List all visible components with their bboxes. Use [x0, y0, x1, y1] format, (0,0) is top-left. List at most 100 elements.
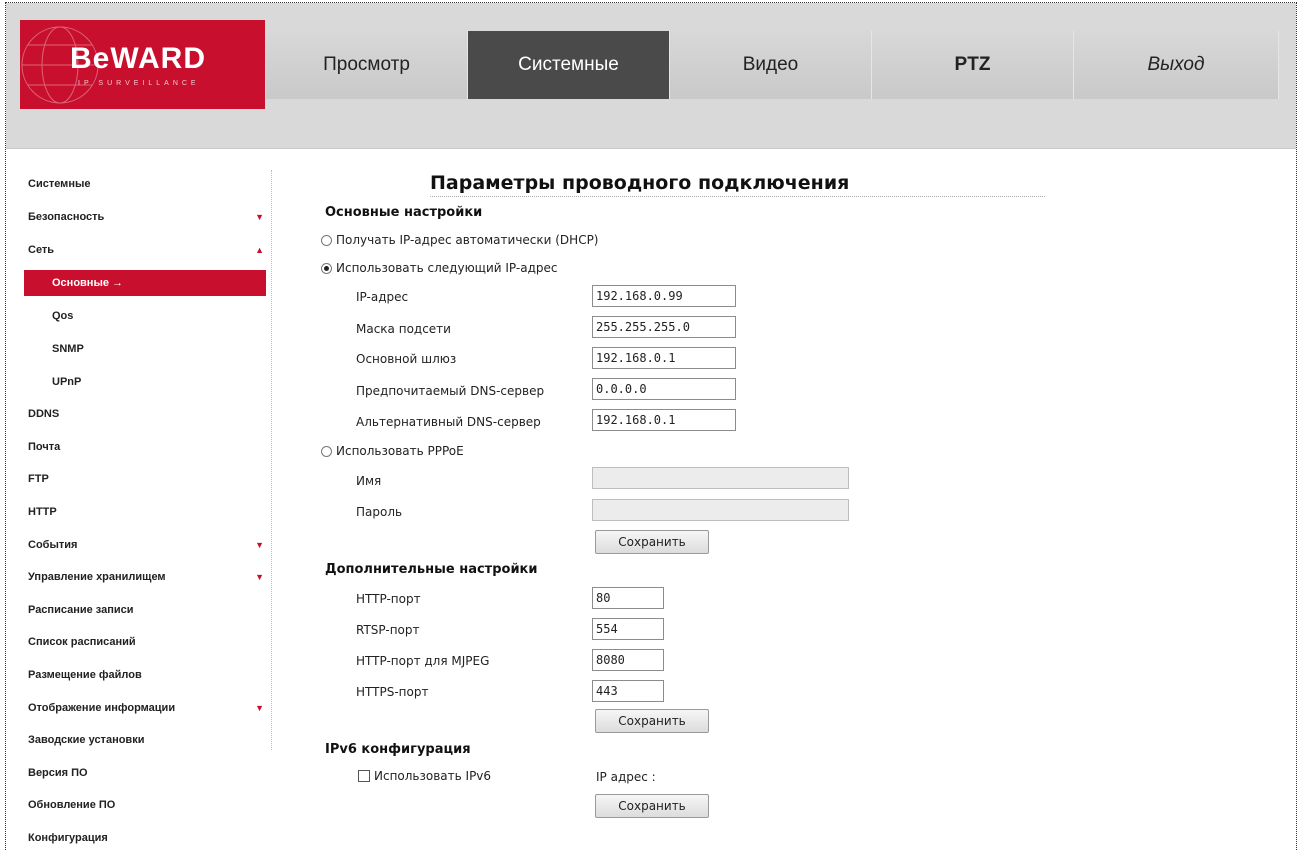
- https-port-field[interactable]: 443: [592, 680, 664, 702]
- expand-arrow-icon: ▼: [255, 540, 264, 550]
- sidebar-item-label: Безопасность: [28, 211, 105, 223]
- https-port-label: HTTPS-порт: [356, 685, 429, 699]
- gateway-field[interactable]: 192.168.0.1: [592, 347, 736, 369]
- ip-address-field[interactable]: 192.168.0.99: [592, 285, 736, 307]
- sidebar-item-label: UPnP: [52, 376, 82, 388]
- mjpeg-port-label: HTTP-порт для MJPEG: [356, 654, 490, 668]
- sidebar-item-label: Расписание записи: [28, 604, 134, 616]
- brand-tagline: IP SURVEILLANCE: [78, 80, 200, 87]
- ipv6-checkbox-option[interactable]: Использовать IPv6: [358, 769, 491, 783]
- sidebar-item-label: Системные: [28, 178, 91, 190]
- sidebar-item-label: Основные →: [52, 277, 124, 289]
- sidebar-item-network[interactable]: Сеть ▲: [24, 239, 270, 261]
- sidebar-item-label: Размещение файлов: [28, 669, 142, 681]
- sidebar-item-label: DDNS: [28, 408, 60, 420]
- basic-save-button[interactable]: Сохранить: [595, 530, 709, 554]
- sidebar-item-firmware-update[interactable]: Обновление ПО: [24, 794, 270, 816]
- brand-logo: BeWARD IP SURVEILLANCE: [20, 20, 265, 109]
- sidebar-item-label: Заводские установки: [28, 734, 145, 746]
- ipv6-address-label: IP адрес :: [596, 770, 656, 784]
- sidebar-item-qos[interactable]: Qos: [24, 305, 270, 327]
- pppoe-name-field[interactable]: [592, 467, 849, 489]
- sidebar-item-label: FTP: [28, 473, 49, 485]
- sidebar-item-firmware-version[interactable]: Версия ПО: [24, 762, 270, 784]
- sidebar-item-events[interactable]: События ▼: [24, 534, 270, 556]
- radio-button[interactable]: [321, 234, 332, 246]
- sidebar-item-record-schedule[interactable]: Расписание записи: [24, 599, 270, 621]
- sidebar-item-label: Почта: [28, 441, 61, 453]
- ip-address-label: IP-адрес: [356, 290, 409, 304]
- sidebar-item-label: Конфигурация: [28, 832, 108, 844]
- pppoe-password-field[interactable]: [592, 499, 849, 521]
- sidebar-item-file-placement[interactable]: Размещение файлов: [24, 664, 270, 686]
- collapse-arrow-icon: ▲: [255, 245, 264, 255]
- sidebar-item-upnp[interactable]: UPnP: [24, 371, 270, 393]
- sidebar-item-factory-defaults[interactable]: Заводские установки: [24, 729, 270, 751]
- pppoe-password-label: Пароль: [356, 505, 403, 519]
- sidebar-item-ftp[interactable]: FTP: [24, 468, 270, 490]
- preferred-dns-field[interactable]: 0.0.0.0: [592, 378, 736, 400]
- sidebar-item-mail[interactable]: Почта: [24, 436, 270, 458]
- radio-button-selected[interactable]: [321, 262, 332, 274]
- title-divider: [430, 196, 1045, 197]
- alternate-dns-field[interactable]: 192.168.0.1: [592, 409, 736, 431]
- nav-system[interactable]: Системные: [468, 31, 670, 99]
- preferred-dns-label: Предпочитаемый DNS-сервер: [356, 384, 545, 398]
- rtsp-port-label: RTSP-порт: [356, 623, 420, 637]
- ipv6-save-button[interactable]: Сохранить: [595, 794, 709, 818]
- expand-arrow-icon: ▼: [255, 572, 264, 582]
- gateway-label: Основной шлюз: [356, 352, 457, 366]
- advanced-settings-heading: Дополнительные настройки: [325, 562, 538, 577]
- pppoe-name-label: Имя: [356, 474, 382, 488]
- checkbox[interactable]: [358, 770, 370, 782]
- nav-view[interactable]: Просмотр: [266, 31, 468, 99]
- dhcp-radio-option[interactable]: Получать IP-адрес автоматически (DHCP): [321, 233, 599, 247]
- nav-video[interactable]: Видео: [670, 31, 872, 99]
- sidebar-item-storage[interactable]: Управление хранилищем ▼: [24, 566, 270, 588]
- brand-name: BeWARD: [70, 42, 207, 75]
- header-divider: [6, 148, 1296, 149]
- static-ip-radio-label: Использовать следующий IP-адрес: [336, 261, 558, 275]
- static-ip-radio-option[interactable]: Использовать следующий IP-адрес: [321, 261, 557, 275]
- ipv6-checkbox-label: Использовать IPv6: [374, 769, 492, 783]
- sidebar-item-label: Список расписаний: [28, 636, 136, 648]
- sidebar-item-ddns[interactable]: DDNS: [24, 403, 270, 425]
- sidebar-item-schedule-list[interactable]: Список расписаний: [24, 631, 270, 653]
- nav-ptz[interactable]: PTZ: [872, 31, 1074, 99]
- sidebar-item-snmp[interactable]: SNMP: [24, 338, 270, 360]
- rtsp-port-field[interactable]: 554: [592, 618, 664, 640]
- nav-logout[interactable]: Выход: [1074, 31, 1279, 99]
- sidebar-item-label: Отображение информации: [28, 702, 176, 714]
- sidebar-item-network-basic[interactable]: Основные →: [24, 270, 266, 296]
- subnet-mask-field[interactable]: 255.255.255.0: [592, 316, 736, 338]
- sidebar-item-label: SNMP: [52, 343, 84, 355]
- sidebar-item-http[interactable]: HTTP: [24, 501, 270, 523]
- http-port-label: HTTP-порт: [356, 592, 421, 606]
- sidebar-item-configuration[interactable]: Конфигурация: [24, 827, 270, 849]
- sidebar-item-label: Управление хранилищем: [28, 571, 166, 583]
- sidebar-item-label: HTTP: [28, 506, 57, 518]
- advanced-save-button[interactable]: Сохранить: [595, 709, 709, 733]
- top-nav: Просмотр Системные Видео PTZ Выход: [266, 31, 1279, 99]
- sidebar-divider: [271, 170, 272, 750]
- dhcp-radio-label: Получать IP-адрес автоматически (DHCP): [336, 233, 599, 247]
- sidebar-item-label: События: [28, 539, 78, 551]
- expand-arrow-icon: ▼: [255, 212, 264, 222]
- radio-button[interactable]: [321, 445, 332, 457]
- sidebar-item-label: Версия ПО: [28, 767, 88, 779]
- sidebar-item-label: Обновление ПО: [28, 799, 116, 811]
- expand-arrow-icon: ▼: [255, 703, 264, 713]
- page-title: Параметры проводного подключения: [430, 172, 850, 194]
- alternate-dns-label: Альтернативный DNS-сервер: [356, 415, 541, 429]
- http-port-field[interactable]: 80: [592, 587, 664, 609]
- ipv6-heading: IPv6 конфигурация: [325, 742, 471, 757]
- pppoe-radio-label: Использовать PPPoE: [336, 444, 464, 458]
- sidebar-item-system[interactable]: Системные: [24, 173, 270, 195]
- mjpeg-port-field[interactable]: 8080: [592, 649, 664, 671]
- pppoe-radio-option[interactable]: Использовать PPPoE: [321, 444, 464, 458]
- sidebar-item-label: Qos: [52, 310, 74, 322]
- sidebar-item-security[interactable]: Безопасность ▼: [24, 206, 270, 228]
- subnet-mask-label: Маска подсети: [356, 322, 451, 336]
- basic-settings-heading: Основные настройки: [325, 205, 483, 220]
- sidebar-item-info-display[interactable]: Отображение информации ▼: [24, 697, 270, 719]
